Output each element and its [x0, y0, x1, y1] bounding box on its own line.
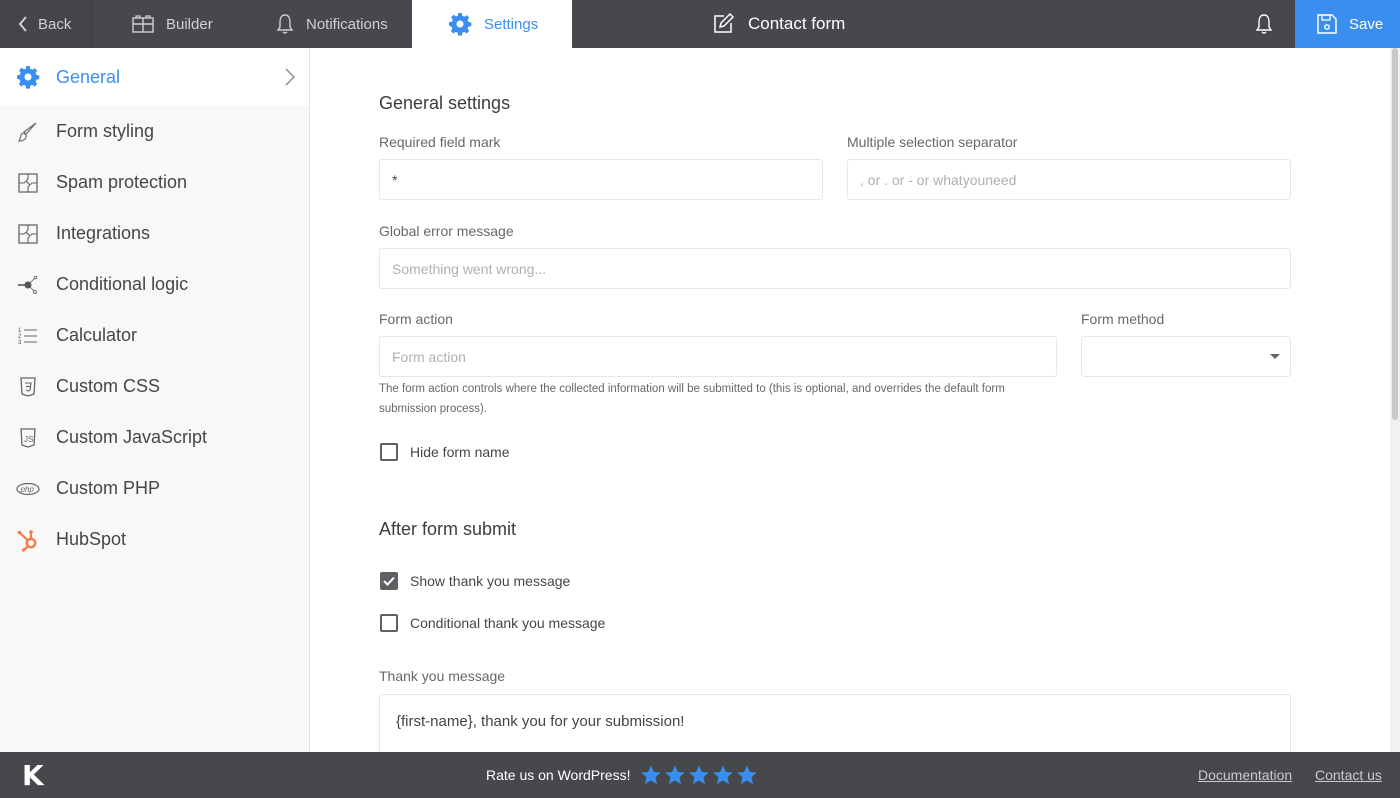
back-button[interactable]: Back	[0, 0, 92, 48]
branch-icon	[16, 273, 40, 297]
sidebar-item-custom-php[interactable]: php Custom PHP	[0, 463, 309, 514]
thank-you-message-text: {first-name}, thank you for your submiss…	[396, 713, 685, 730]
sidebar-item-label: Integrations	[56, 223, 151, 243]
css3-icon	[16, 375, 40, 399]
show-thank-you-checkbox[interactable]: Show thank you message	[380, 572, 570, 590]
sidebar-item-label: General	[56, 66, 121, 87]
required-mark-label: Required field mark	[379, 134, 501, 150]
sidebar-item-label: Custom PHP	[56, 478, 161, 498]
thank-you-message-editor[interactable]: {first-name}, thank you for your submiss…	[379, 694, 1291, 752]
edit-icon	[714, 13, 734, 33]
sidebar-item-spam-protection[interactable]: Spam protection	[0, 157, 309, 208]
sidebar-item-general[interactable]: General	[0, 48, 309, 106]
rating-stars[interactable]	[640, 764, 758, 786]
error-message-input[interactable]: Something went wrong...	[379, 248, 1291, 289]
php-icon: php	[16, 477, 40, 501]
separator-input[interactable]: , or . or - or whatyouneed	[847, 159, 1291, 200]
form-title: Contact form	[712, 0, 845, 48]
thank-you-message-label: Thank you message	[379, 668, 506, 684]
settings-panel: General settings Required field mark * M…	[311, 48, 1390, 752]
scrollbar-thumb[interactable]	[1392, 48, 1398, 420]
sidebar-item-label: Custom CSS	[56, 376, 161, 396]
brand-logo: K	[22, 759, 44, 792]
sidebar-item-form-styling[interactable]: Form styling	[0, 106, 309, 157]
sidebar-item-label: Calculator	[56, 325, 138, 345]
sidebar-item-label: Form styling	[56, 121, 155, 141]
save-button[interactable]: Save	[1295, 0, 1400, 48]
builder-icon	[132, 15, 154, 33]
gear-icon	[449, 13, 472, 36]
form-action-help: The form action controls where the colle…	[379, 383, 1005, 415]
checkmark-icon	[383, 576, 395, 586]
puzzle-icon	[16, 222, 40, 246]
hide-form-name-label: Hide form name	[410, 444, 510, 460]
sidebar-item-custom-css[interactable]: Custom CSS	[0, 361, 309, 412]
required-mark-input[interactable]: *	[379, 159, 823, 200]
star-icon[interactable]	[712, 764, 734, 786]
star-icon[interactable]	[664, 764, 686, 786]
sidebar-item-integrations[interactable]: Integrations	[0, 208, 309, 259]
sidebar-item-label: Custom JavaScript	[56, 427, 208, 447]
caret-down-icon	[1270, 354, 1280, 359]
hubspot-icon	[16, 528, 40, 552]
tab-builder[interactable]: Builder	[92, 0, 244, 48]
top-bar: Back Builder Notifications Settings Cont…	[0, 0, 1400, 48]
main-scrollbar[interactable]	[1390, 48, 1400, 752]
star-icon[interactable]	[640, 764, 662, 786]
footer: K Rate us on WordPress! Documentation Co…	[0, 752, 1400, 798]
checkbox-box	[380, 614, 398, 632]
form-method-label: Form method	[1081, 311, 1165, 327]
save-label: Save	[1349, 15, 1384, 33]
settings-sidebar: General Form styling Spam protection Int…	[0, 48, 310, 752]
general-settings-heading: General settings	[379, 93, 511, 113]
tab-notifications-label: Notifications	[306, 15, 388, 33]
star-icon[interactable]	[736, 764, 758, 786]
separator-label: Multiple selection separator	[847, 134, 1018, 150]
sidebar-item-label: Conditional logic	[56, 274, 189, 294]
chevron-right-icon	[285, 68, 295, 86]
bell-icon	[276, 14, 294, 34]
numbered-list-icon: 123	[16, 324, 40, 348]
hide-form-name-checkbox[interactable]: Hide form name	[380, 443, 510, 461]
floppy-disk-icon	[1317, 14, 1337, 34]
sidebar-item-label: HubSpot	[56, 529, 127, 549]
svg-text:JS: JS	[24, 435, 33, 444]
tab-notifications[interactable]: Notifications	[244, 0, 412, 48]
gear-icon	[16, 65, 40, 89]
brush-icon	[16, 120, 40, 144]
back-label: Back	[38, 15, 72, 33]
form-action-input[interactable]: Form action	[379, 336, 1057, 377]
rate-us[interactable]: Rate us on WordPress!	[486, 752, 758, 798]
chevron-left-icon	[18, 16, 27, 32]
star-icon[interactable]	[688, 764, 710, 786]
form-method-select[interactable]	[1081, 336, 1291, 377]
conditional-thank-you-checkbox[interactable]: Conditional thank you message	[380, 614, 605, 632]
documentation-link[interactable]: Documentation	[1198, 752, 1292, 798]
form-action-label: Form action	[379, 311, 453, 327]
sidebar-item-calculator[interactable]: 123 Calculator	[0, 310, 309, 361]
contact-us-link[interactable]: Contact us	[1315, 752, 1382, 798]
checkbox-box	[380, 572, 398, 590]
svg-text:3: 3	[18, 340, 22, 346]
sidebar-item-custom-javascript[interactable]: JS Custom JavaScript	[0, 412, 309, 463]
sidebar-item-label: Spam protection	[56, 172, 188, 192]
sidebar-item-hubspot[interactable]: HubSpot	[0, 514, 309, 565]
after-submit-heading: After form submit	[379, 519, 517, 539]
tab-settings-label: Settings	[484, 15, 539, 33]
bell-icon	[1255, 14, 1273, 34]
puzzle-icon	[16, 171, 40, 195]
sidebar-item-conditional-logic[interactable]: Conditional logic	[0, 259, 309, 310]
tab-settings[interactable]: Settings	[412, 0, 572, 48]
js-icon: JS	[16, 426, 40, 450]
svg-text:php: php	[20, 485, 35, 494]
checkbox-box	[380, 443, 398, 461]
conditional-thank-you-label: Conditional thank you message	[410, 615, 606, 631]
show-thank-you-label: Show thank you message	[410, 573, 571, 589]
tab-builder-label: Builder	[166, 15, 213, 33]
form-title-text: Contact form	[748, 14, 846, 33]
rate-us-label: Rate us on WordPress!	[486, 767, 631, 783]
notifications-bell-button[interactable]	[1246, 0, 1282, 48]
error-message-label: Global error message	[379, 223, 514, 239]
